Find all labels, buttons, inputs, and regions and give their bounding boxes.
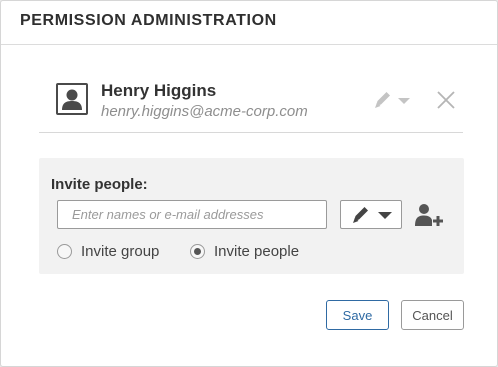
pencil-icon (353, 207, 368, 223)
invite-group-radio[interactable] (57, 244, 72, 259)
user-name: Henry Higgins (101, 81, 217, 100)
invite-group-option[interactable]: Invite group (57, 243, 167, 261)
remove-user-button[interactable] (435, 89, 457, 111)
invite-label: Invite people: (51, 176, 148, 193)
permission-dropdown[interactable] (340, 200, 402, 229)
invite-group-label: Invite group (81, 243, 160, 260)
chevron-down-icon (378, 212, 392, 219)
add-person-icon (415, 204, 443, 226)
pencil-icon (375, 92, 390, 108)
permission-dialog: PERMISSION ADMINISTRATION Henry Higgins … (0, 0, 498, 367)
user-email: henry.higgins@acme-corp.com (101, 103, 308, 120)
close-icon (437, 91, 455, 109)
user-permission-dropdown[interactable] (371, 89, 419, 111)
cancel-button[interactable]: Cancel (401, 300, 464, 330)
invite-people-label: Invite people (214, 243, 300, 260)
add-person-button[interactable] (414, 202, 444, 228)
dialog-title: PERMISSION ADMINISTRATION (20, 12, 277, 29)
save-button[interactable]: Save (326, 300, 389, 330)
invite-panel: Invite people: Invite group I (39, 158, 464, 274)
chevron-down-icon (398, 98, 410, 104)
dialog-header: PERMISSION ADMINISTRATION (1, 1, 497, 45)
invite-people-radio[interactable] (190, 244, 205, 259)
invite-names-input[interactable] (57, 200, 327, 229)
invite-people-option[interactable]: Invite people (190, 243, 310, 261)
person-icon (56, 83, 88, 115)
user-row: Henry Higgins henry.higgins@acme-corp.co… (39, 77, 463, 133)
